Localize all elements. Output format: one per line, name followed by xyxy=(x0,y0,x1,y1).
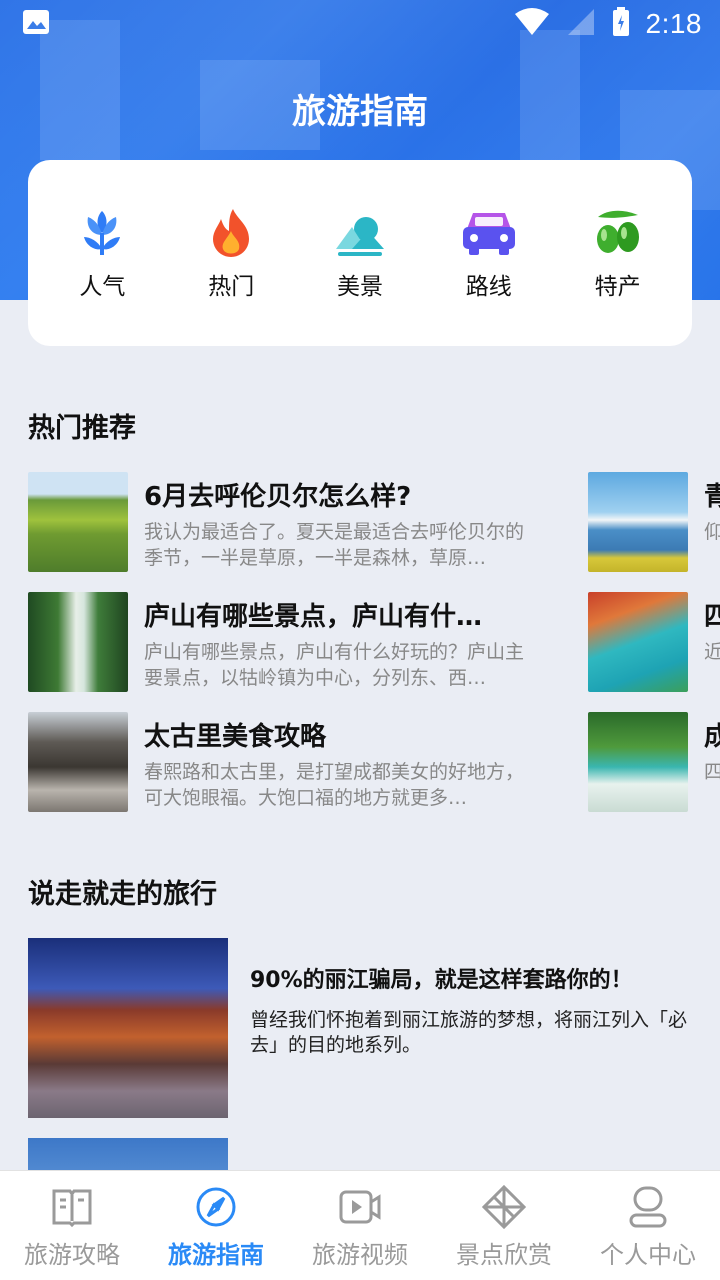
list-item-desc: 四优 xyxy=(704,759,720,811)
list-item-title: 6月去呼伦贝尔怎么样? xyxy=(144,482,412,512)
category-scenery[interactable]: 美景 xyxy=(305,205,415,301)
list-item-desc: 春熙路和太古里，是打望成都美女的好地方，可大饱眼福。大饱口福的地方就更多… xyxy=(144,761,525,809)
nav-label: 旅游视频 xyxy=(312,1241,408,1269)
user-icon xyxy=(629,1186,667,1228)
list-item-desc: 我认为最适合了。夏天是最适合去呼伦贝尔的季节，一半是草原，一半是森林，草原… xyxy=(144,521,525,569)
category-label: 特产 xyxy=(594,274,641,300)
nav-travel-video[interactable]: 旅游视频 xyxy=(288,1185,432,1270)
battery-icon xyxy=(612,7,630,41)
status-time: 2:18 xyxy=(645,8,702,39)
status-bar: 2:18 xyxy=(0,0,720,48)
gallery-notification-icon xyxy=(22,9,50,39)
list-item-desc: 近面 xyxy=(704,639,720,691)
article-item[interactable]: 90%的丽江骗局，就是这样套路你的！ 曾经我们怀抱着到丽江旅游的梦想，将丽江列入… xyxy=(28,938,692,1118)
street-image xyxy=(28,712,128,812)
category-label: 热门 xyxy=(208,274,255,300)
nav-profile[interactable]: 个人中心 xyxy=(576,1185,720,1270)
nav-travel-guide-book[interactable]: 旅游攻略 xyxy=(0,1185,144,1270)
video-icon xyxy=(339,1190,381,1224)
falls-image xyxy=(588,712,688,812)
category-popular[interactable]: 人气 xyxy=(47,205,157,301)
nav-scenery[interactable]: 景点欣赏 xyxy=(432,1185,576,1270)
list-item-title: 太古里美食攻略 xyxy=(144,722,327,752)
waterfall-image xyxy=(28,592,128,692)
list-item[interactable]: 6月去呼伦贝尔怎么样? 我认为最适合了。夏天是最适合去呼伦贝尔的季节，一半是草原… xyxy=(28,472,548,572)
page-title: 旅游指南 xyxy=(292,92,428,132)
hot-section-title: 热门推荐 xyxy=(28,413,136,444)
lijiang-street-image xyxy=(28,938,228,1118)
list-item-title: 成 xyxy=(704,716,720,753)
list-item-desc: 庐山有哪些景点，庐山有什么好玩的？庐山主要景点，以牯岭镇为中心，分列东、西… xyxy=(144,641,525,689)
jiuzhai-image xyxy=(588,592,688,692)
category-label: 路线 xyxy=(465,274,512,300)
list-item[interactable]: 太古里美食攻略 春熙路和太古里，是打望成都美女的好地方，可大饱眼福。大饱口福的地… xyxy=(28,712,548,812)
nav-label: 景点欣赏 xyxy=(456,1241,552,1269)
list-item[interactable]: 四 近面 xyxy=(588,592,720,692)
compass-icon xyxy=(196,1187,236,1227)
olive-icon xyxy=(596,210,639,253)
car-icon xyxy=(462,213,515,255)
nav-travel-guide[interactable]: 旅游指南 xyxy=(144,1185,288,1270)
bottom-navigation: 旅游攻略 旅游指南 旅游视频 景点欣赏 个人中心 xyxy=(0,1170,720,1280)
lake-image xyxy=(588,472,688,572)
wifi-icon xyxy=(514,8,550,40)
category-hot[interactable]: 热门 xyxy=(176,205,286,301)
tulip-icon xyxy=(84,211,121,255)
list-item-title: 青 xyxy=(704,476,720,513)
signal-icon xyxy=(566,8,596,40)
diamond-icon xyxy=(482,1185,526,1229)
article-title: 90%的丽江骗局，就是这样套路你的！ xyxy=(250,968,633,993)
list-item-desc: 仰域 xyxy=(704,519,720,571)
book-icon xyxy=(52,1189,92,1228)
nav-label: 个人中心 xyxy=(600,1241,696,1269)
grassland-image xyxy=(28,472,128,572)
category-label: 美景 xyxy=(336,274,383,300)
flame-icon xyxy=(213,209,250,257)
landscape-icon xyxy=(335,217,384,256)
trip-section-title: 说走就走的旅行 xyxy=(28,879,217,910)
nav-label: 旅游攻略 xyxy=(24,1241,120,1269)
list-item[interactable]: 青 仰域 xyxy=(588,472,720,572)
category-card: 人气 热门 美景 路线 特产 xyxy=(28,160,692,346)
category-specialty[interactable]: 特产 xyxy=(563,205,673,301)
list-item[interactable]: 庐山有哪些景点，庐山有什… 庐山有哪些景点，庐山有什么好玩的？庐山主要景点，以牯… xyxy=(28,592,548,692)
list-item-title: 四 xyxy=(704,596,720,633)
category-route[interactable]: 路线 xyxy=(434,205,544,301)
nav-label: 旅游指南 xyxy=(168,1241,264,1269)
list-item[interactable]: 成 四优 xyxy=(588,712,720,812)
list-item-title: 庐山有哪些景点，庐山有什… xyxy=(144,602,483,632)
article-desc: 曾经我们怀抱着到丽江旅游的梦想，将丽江列入「必去」的目的地系列。 xyxy=(250,1009,688,1056)
category-label: 人气 xyxy=(79,274,126,300)
